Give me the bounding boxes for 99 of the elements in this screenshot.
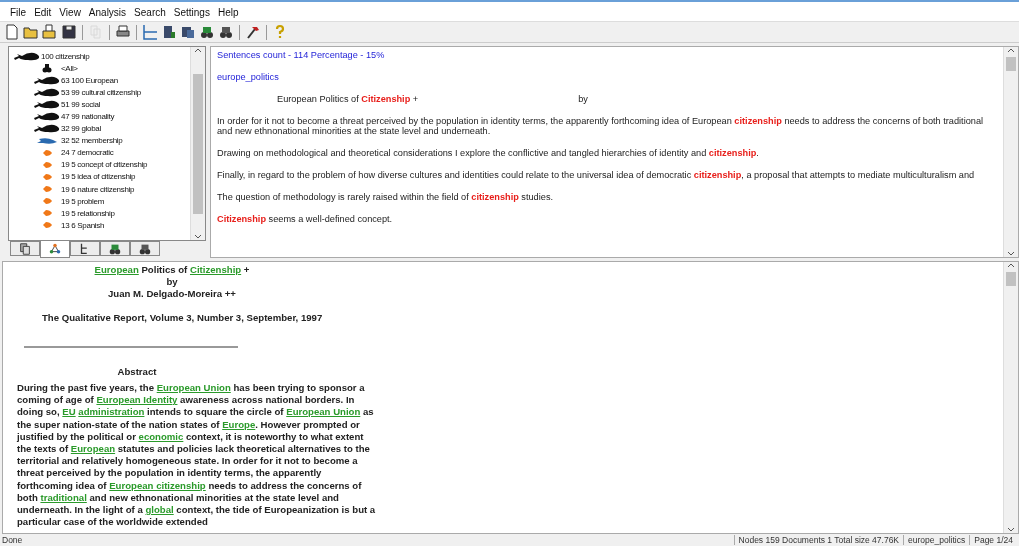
sentence-stats: Sentences count - 114 Percentage - 15%: [217, 50, 386, 60]
print-icon: [115, 24, 131, 40]
journal-citation: The Qualitative Report, Volume 3, Number 3, September, 1997: [41, 312, 324, 324]
toolbar-button[interactable]: [180, 24, 196, 40]
scroll-thumb[interactable]: [193, 73, 203, 214]
panel-tab[interactable]: [100, 241, 130, 256]
tree-item[interactable]: 19 5 problem: [61, 196, 105, 206]
panel-tab[interactable]: [10, 241, 40, 256]
scroll-up-icon[interactable]: [194, 47, 202, 53]
menu-item[interactable]: Help: [213, 6, 243, 18]
dolphin-icon: [37, 136, 57, 145]
document-icon: [161, 24, 177, 40]
open-folder-icon: [23, 24, 39, 40]
document-title: European Politics of Citizenship +: [93, 264, 251, 276]
tree-item[interactable]: 32 99 global: [61, 124, 101, 134]
toolbar-button[interactable]: [61, 24, 77, 40]
status-message: Done: [2, 535, 24, 545]
scroll-down-icon[interactable]: [1007, 251, 1015, 257]
status-section: europe_politics: [903, 535, 970, 545]
toolbar-button[interactable]: [199, 24, 215, 40]
scroll-up-icon[interactable]: [1007, 47, 1015, 53]
whale-icon: [14, 51, 40, 61]
menu-item[interactable]: View: [55, 6, 85, 18]
whale-icon: [34, 124, 60, 134]
tree-item[interactable]: 19 6 nature citizenship: [61, 184, 135, 194]
toolbar-button[interactable]: [23, 24, 39, 40]
scroll-thumb[interactable]: [1006, 57, 1016, 71]
hammer-icon: [245, 24, 261, 40]
network-icon: [48, 242, 62, 256]
scrollbar[interactable]: [1003, 47, 1018, 257]
tree-item[interactable]: 51 99 social: [61, 99, 101, 109]
tree-item[interactable]: <All>: [61, 63, 78, 73]
term-link[interactable]: Citizenship: [190, 264, 242, 275]
tree-item[interactable]: 32 52 membership: [61, 136, 123, 146]
term-link[interactable]: European Identity: [96, 394, 178, 406]
binoculars-icon: [218, 24, 234, 40]
document-title: European Politics of Citizenship +: [277, 94, 419, 104]
term-link[interactable]: European citizenship: [109, 479, 206, 491]
status-section: Nodes 159 Documents 1 Total size 47.76K: [733, 535, 904, 545]
sentence: The question of methodology is rarely raised within the field of citizenship studies.: [217, 192, 555, 202]
tree-item[interactable]: 100 citizenship: [41, 51, 90, 61]
menu-item[interactable]: Search: [130, 6, 170, 18]
term-link[interactable]: European Union: [156, 382, 231, 393]
sentence: Drawing on methodological and theoretical considerations I explore the conflictive and tangled hierarchies of identity and citizenship.: [217, 148, 760, 158]
whale-icon: [34, 75, 60, 85]
term-link[interactable]: global: [145, 504, 174, 516]
tree-icon: [142, 24, 158, 40]
documents-icon: [180, 24, 196, 40]
term-link[interactable]: European Union: [286, 406, 361, 418]
menu-item[interactable]: File: [6, 6, 31, 18]
status-section: Page 1/24: [969, 535, 1017, 545]
abstract-paragraph: During the past five years, the European Union has been trying to sponsor a coming of age of European Identity awareness across national borders. In doing so, EU administration intends to square the circle of European Union as the super nation-state of the nation states of Europe. However prompted or justified by the political or economic context, it is noteworthy to what extent the texts of European statutes and policies lack theoretical alternatives to the territorial and relatively homogeneous state. In order for it not to become a threat perceived by the population in identity terms, the apparently forthcoming idea of European citizenship needs to address the concerns of both traditional and new ethnonational minorities at the state level and underneath. In the light of a global context, the tide of Europeanization is but a particular case of the worldwide extended: [17, 382, 377, 529]
sentence: Finally, in regard to the problem of how diverse cultures and identities could relate to the universal idea of democratic citizenship, a proposal that attempts to mediate multiculturalism and: [217, 170, 976, 180]
toolbar-button[interactable]: [218, 24, 234, 40]
toolbar-button[interactable]: [115, 24, 131, 40]
tree-item[interactable]: 19 5 idea of citizenship: [61, 172, 136, 182]
tree-item[interactable]: 53 99 cultural citizenship: [61, 87, 141, 97]
term-link[interactable]: EU: [62, 406, 76, 418]
tree-item[interactable]: 47 99 nationality: [61, 112, 115, 121]
scroll-down-icon[interactable]: [194, 234, 202, 240]
whale-icon: [34, 87, 60, 97]
save-icon: [61, 24, 77, 40]
scroll-up-icon[interactable]: [1007, 262, 1015, 268]
tree-item[interactable]: 63 100 European: [61, 75, 118, 85]
menu-item[interactable]: Edit: [30, 6, 56, 18]
menu-item[interactable]: Analysis: [84, 6, 131, 18]
scrollbar[interactable]: [1003, 262, 1018, 533]
panel-tab[interactable]: [40, 241, 70, 258]
whale-icon: [34, 99, 60, 109]
byline: by: [165, 276, 179, 288]
tree-item[interactable]: 19 5 relationship: [61, 208, 115, 218]
abstract-heading: Abstract: [116, 366, 158, 378]
panel-tab[interactable]: [70, 241, 100, 256]
scroll-down-icon[interactable]: [1007, 527, 1015, 533]
byline: by: [578, 94, 588, 104]
menu-item[interactable]: Settings: [169, 6, 214, 18]
term-link[interactable]: economic: [138, 430, 184, 442]
new-file-icon: [4, 24, 20, 40]
panel-tab[interactable]: [130, 241, 160, 256]
toolbar-button[interactable]: [4, 24, 20, 40]
term-link[interactable]: administration: [78, 406, 145, 418]
term-link[interactable]: European: [94, 264, 139, 275]
toolbar-button[interactable]: [161, 24, 177, 40]
binoculars-icon: [199, 24, 215, 40]
sentence: Citizenship seems a well-defined concept.: [217, 214, 394, 224]
sentence: In order for it not to become a threat perceived by the population in identity terms, the apparently forthcoming idea of European citizenship needs to address the concerns of both traditional and new ethnonational minorities at the state level and underneath.: [217, 116, 985, 136]
term-link[interactable]: traditional: [40, 491, 87, 503]
scroll-thumb[interactable]: [1006, 272, 1016, 286]
tree-item[interactable]: 13 6 Spanish: [61, 220, 105, 230]
scrollbar[interactable]: [190, 47, 205, 240]
tree-item[interactable]: 24 7 democratic: [61, 148, 114, 158]
toolbar-button[interactable]: [245, 24, 261, 40]
whale-icon: [34, 112, 60, 121]
author: Juan M. Delgado-Moreira ++: [107, 288, 237, 300]
tree-item[interactable]: 19 5 concept of citizenship: [61, 160, 148, 170]
pages-icon: [18, 241, 32, 256]
term-link[interactable]: European: [70, 443, 116, 454]
document-name: europe_politics: [217, 72, 280, 82]
binoculars-icon: [42, 63, 52, 73]
